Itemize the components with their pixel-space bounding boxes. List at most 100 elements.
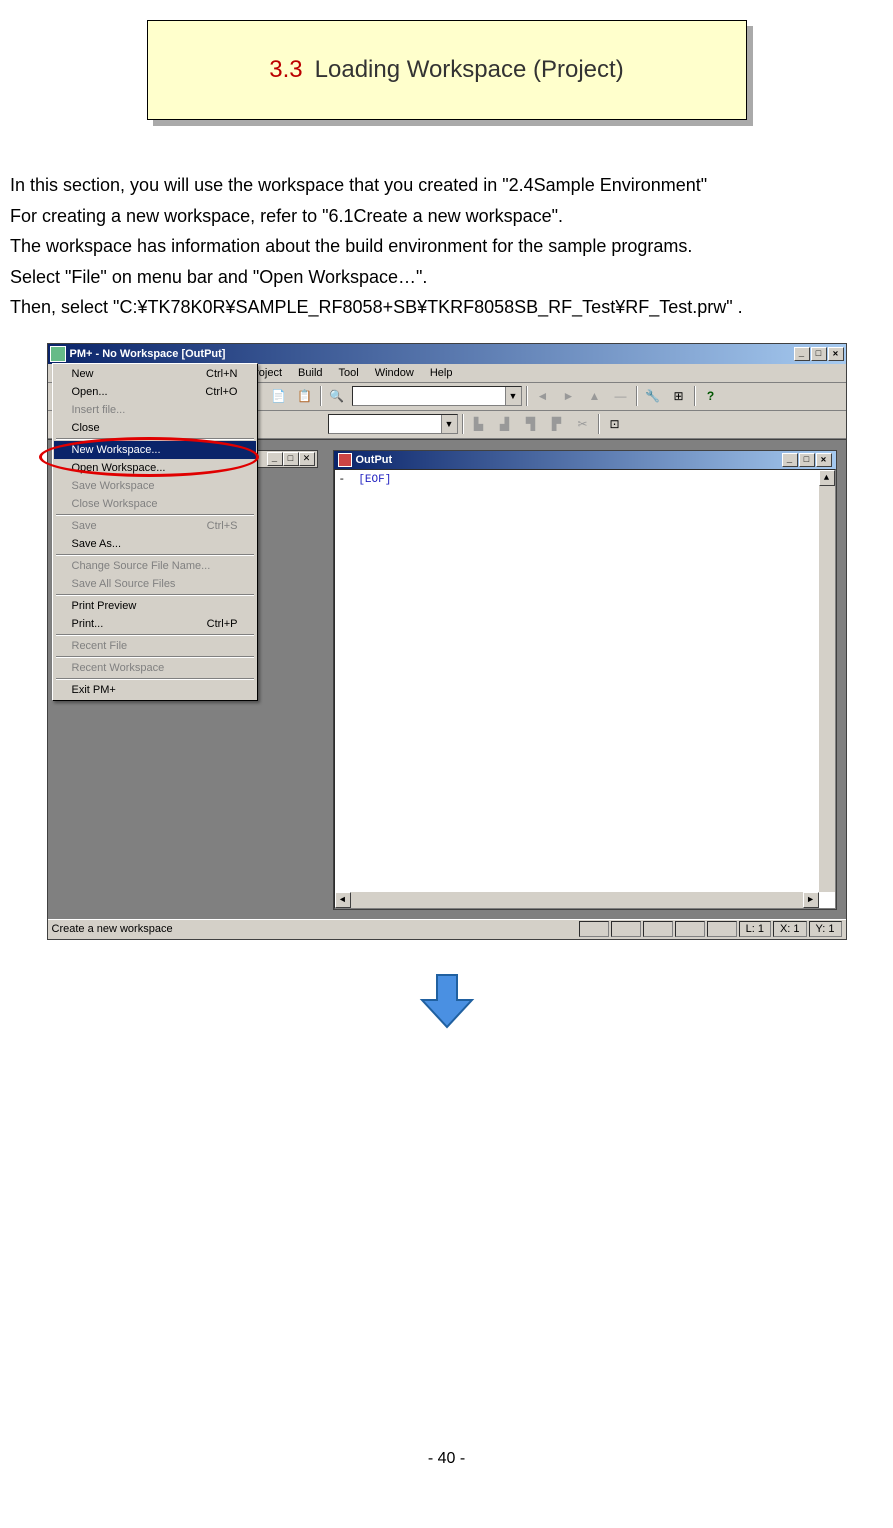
close-button[interactable]: ✕ [828,347,844,361]
panel-close-button[interactable]: ✕ [299,452,315,466]
clean-icon[interactable]: ✂ [572,413,594,435]
minimize-button[interactable]: _ [794,347,810,361]
paste-icon[interactable]: 📋 [294,385,316,407]
menu-item-label: Change Source File Name... [72,560,238,572]
app-screenshot: PM+ - No Workspace [OutPut] _ □ ✕ File E… [47,343,847,940]
menu-item-save-all-source-files: Save All Source Files [54,575,256,593]
heading-number: 3.3 [269,56,302,84]
menu-tool[interactable]: Tool [332,365,366,381]
nav-fwd-icon[interactable]: ► [558,385,580,407]
app-icon [50,346,66,362]
status-line: L: 1 [739,921,771,937]
nav-up-icon[interactable]: ▲ [584,385,606,407]
down-arrow-icon [417,970,477,1030]
menu-item-open-workspace[interactable]: Open Workspace... [54,459,256,477]
menu-separator [56,554,254,556]
status-cell [611,921,641,937]
heading-title: Loading Workspace (Project) [315,56,624,84]
menu-item-label: Save All Source Files [72,578,238,590]
scroll-left-icon[interactable]: ◄ [335,892,351,908]
menu-separator [56,656,254,658]
heading-box: 3.3 Loading Workspace (Project) [147,20,747,120]
compile-icon[interactable]: ▜ [520,413,542,435]
menu-item-change-source-file-name: Change Source File Name... [54,557,256,575]
tool2-icon[interactable]: ⊞ [668,385,690,407]
panel-maximize-button[interactable]: □ [283,452,299,466]
help-icon[interactable]: ? [700,385,722,407]
output-close-button[interactable]: ✕ [816,453,832,467]
paragraph: Select "File" on menu bar and "Open Work… [10,262,883,293]
menu-item-label: Open... [72,386,206,398]
scrollbar-vertical[interactable]: ▲ [819,470,835,892]
menu-item-shortcut: Ctrl+S [207,520,238,532]
eof-text: [EOF] [358,474,391,486]
menu-item-label: Insert file... [72,404,238,416]
body-text: In this section, you will use the worksp… [0,170,893,323]
build-icon[interactable]: ▙ [468,413,490,435]
copy-icon[interactable]: 📄 [268,385,290,407]
scrollbar-horizontal[interactable]: ◄ ► [335,892,819,908]
statusbar: Create a new workspace L: 1 X: 1 Y: 1 [48,919,846,939]
statusbar-text: Create a new workspace [52,923,577,935]
menu-item-close-workspace: Close Workspace [54,495,256,513]
menu-item-label: Open Workspace... [72,462,238,474]
rebuild-icon[interactable]: ▟ [494,413,516,435]
output-panel: OutPut _ □ ✕ - [EOF] ▲ [333,450,837,910]
menu-item-recent-workspace: Recent Workspace [54,659,256,677]
menu-item-close[interactable]: Close [54,419,256,437]
menu-item-exit-pm[interactable]: Exit PM+ [54,681,256,699]
search-icon[interactable]: 🔍 [326,385,348,407]
file-menu-popup: NewCtrl+NOpen...Ctrl+OInsert file...Clos… [52,363,258,701]
output-maximize-button[interactable]: □ [799,453,815,467]
paragraph: The workspace has information about the … [10,231,883,262]
project-combo[interactable]: ▼ [328,414,458,434]
menu-item-shortcut: Ctrl+P [207,618,238,630]
scroll-right-icon[interactable]: ► [803,892,819,908]
maximize-button[interactable]: □ [811,347,827,361]
nav-back-icon[interactable]: ◄ [532,385,554,407]
menu-item-open[interactable]: Open...Ctrl+O [54,383,256,401]
stop-icon[interactable]: ▛ [546,413,568,435]
menu-item-recent-file: Recent File [54,637,256,655]
menu-build[interactable]: Build [291,365,329,381]
panel-minimize-button[interactable]: _ [267,452,283,466]
menu-item-label: Close [72,422,238,434]
menu-item-insert-file: Insert file... [54,401,256,419]
output-body[interactable]: - [EOF] ▲ ◄ ► [334,469,836,909]
menu-item-label: Save Workspace [72,480,238,492]
menu-item-label: Save As... [72,538,238,550]
tool-icon[interactable]: 🔧 [642,385,664,407]
menu-item-label: Recent Workspace [72,662,238,674]
menu-item-shortcut: Ctrl+O [205,386,237,398]
menu-item-save-as[interactable]: Save As... [54,535,256,553]
status-cell [579,921,609,937]
paragraph: In this section, you will use the worksp… [10,170,883,201]
status-cell [675,921,705,937]
menu-item-label: New [72,368,207,380]
menu-item-save-workspace: Save Workspace [54,477,256,495]
menu-help[interactable]: Help [423,365,460,381]
output-minimize-button[interactable]: _ [782,453,798,467]
menu-separator [56,438,254,440]
menu-item-label: Print Preview [72,600,238,612]
debug-icon[interactable]: ⊡ [604,413,626,435]
output-title: OutPut [356,454,393,466]
status-cell [707,921,737,937]
nav-down-icon[interactable]: — [610,385,632,407]
menu-item-print-preview[interactable]: Print Preview [54,597,256,615]
menu-item-label: Print... [72,618,207,630]
menu-item-label: Save [72,520,207,532]
menu-item-label: Close Workspace [72,498,238,510]
menu-item-label: Recent File [72,640,238,652]
menu-window[interactable]: Window [368,365,421,381]
menu-item-new[interactable]: NewCtrl+N [54,365,256,383]
menu-item-save: SaveCtrl+S [54,517,256,535]
scroll-up-icon[interactable]: ▲ [819,470,835,486]
menu-item-label: New Workspace... [72,444,238,456]
menu-item-label: Exit PM+ [72,684,238,696]
search-combo[interactable]: ▼ [352,386,522,406]
menu-item-print[interactable]: Print...Ctrl+P [54,615,256,633]
titlebar[interactable]: PM+ - No Workspace [OutPut] _ □ ✕ [48,344,846,364]
menu-item-new-workspace[interactable]: New Workspace... [54,441,256,459]
menu-item-shortcut: Ctrl+N [206,368,237,380]
